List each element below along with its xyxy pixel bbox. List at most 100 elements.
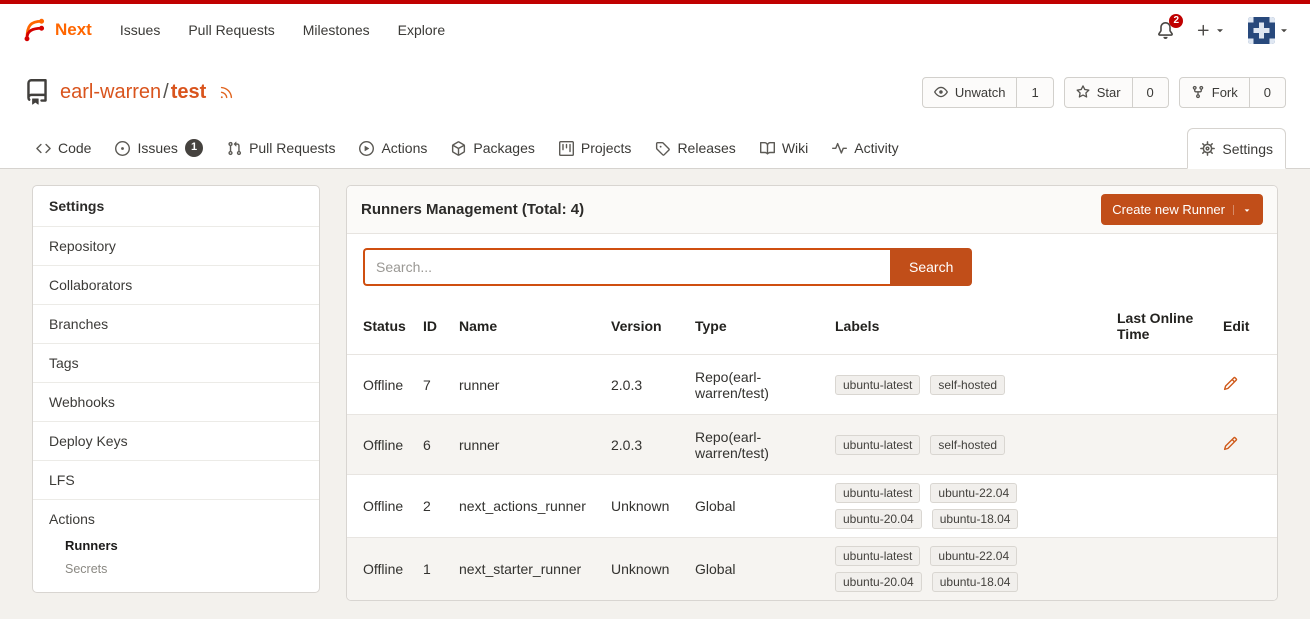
runner-label-badge: self-hosted: [930, 435, 1005, 455]
fork-count[interactable]: 0: [1249, 78, 1285, 107]
sidebar-item-webhooks[interactable]: Webhooks: [33, 382, 319, 421]
runner-label-badge: self-hosted: [930, 375, 1005, 395]
col-labels: Labels: [835, 298, 1117, 355]
repo-owner-link[interactable]: earl-warren: [60, 81, 161, 103]
create-runner-button[interactable]: Create new Runner: [1101, 194, 1263, 225]
runner-id: 2: [423, 475, 459, 538]
col-name: Name: [459, 298, 611, 355]
sidebar-item-actions[interactable]: Actions: [33, 499, 319, 533]
tab-wiki[interactable]: Wiki: [748, 128, 820, 168]
fork-button[interactable]: Fork: [1180, 78, 1249, 107]
repo-icon: [24, 79, 50, 105]
sidebar-header: Settings: [33, 186, 319, 226]
runner-status: Offline: [347, 538, 423, 601]
tab-packages[interactable]: Packages: [439, 128, 546, 168]
col-status: Status: [347, 298, 423, 355]
project-board-icon: [559, 141, 574, 156]
table-row: Offline 2 next_actions_runner Unknown Gl…: [347, 475, 1277, 538]
tab-pull-requests[interactable]: Pull Requests: [215, 128, 347, 168]
forgejo-logo-icon: [20, 16, 48, 44]
star-count[interactable]: 0: [1132, 78, 1168, 107]
navbar-right: 2: [1157, 17, 1290, 44]
play-circle-icon: [359, 141, 374, 156]
watch-button-group: Unwatch 1: [922, 77, 1054, 108]
panel-title: Runners Management (Total: 4): [361, 201, 584, 218]
tab-label: Projects: [581, 140, 632, 156]
runner-labels: ubuntu-latestself-hosted: [835, 375, 1050, 395]
col-type: Type: [695, 298, 835, 355]
tab-label: Releases: [677, 140, 735, 156]
avatar: [1248, 17, 1275, 44]
runner-label-badge: ubuntu-20.04: [835, 572, 922, 592]
edit-runner-button[interactable]: [1223, 436, 1238, 451]
nav-item-pull-requests[interactable]: Pull Requests: [174, 22, 288, 38]
rss-feed-icon[interactable]: [219, 85, 234, 100]
search-button[interactable]: Search: [890, 248, 972, 286]
nav-item-issues[interactable]: Issues: [106, 22, 174, 38]
sidebar-item-collaborators[interactable]: Collaborators: [33, 265, 319, 304]
nav-item-explore[interactable]: Explore: [384, 22, 459, 38]
runner-id: 6: [423, 415, 459, 475]
sidebar-item-lfs[interactable]: LFS: [33, 460, 319, 499]
sidebar-item-tags[interactable]: Tags: [33, 343, 319, 382]
runner-labels: ubuntu-latestself-hosted: [835, 435, 1050, 455]
sidebar-item-deploy-keys[interactable]: Deploy Keys: [33, 421, 319, 460]
tab-label: Wiki: [782, 140, 808, 156]
tab-label: Packages: [473, 140, 534, 156]
settings-sidebar: Settings Repository Collaborators Branch…: [32, 185, 320, 593]
home-link[interactable]: Next: [20, 16, 92, 44]
table-row: Offline 1 next_starter_runner Unknown Gl…: [347, 538, 1277, 601]
sidebar-subitem-secrets[interactable]: Secrets: [33, 557, 319, 580]
runners-panel-body: Search Status ID Name Version Type Label…: [347, 234, 1277, 600]
runner-label-badge: ubuntu-latest: [835, 546, 920, 566]
page-footer: [0, 619, 1310, 644]
gear-icon: [1200, 141, 1215, 156]
runner-type: Repo(earl-warren/test): [695, 355, 835, 415]
pulse-icon: [832, 141, 847, 156]
runner-type: Global: [695, 538, 835, 601]
tab-issues[interactable]: Issues 1: [103, 128, 215, 168]
create-new-button[interactable]: [1196, 23, 1226, 38]
sidebar-item-repository[interactable]: Repository: [33, 226, 319, 265]
tab-settings[interactable]: Settings: [1187, 128, 1286, 169]
tab-code[interactable]: Code: [24, 128, 103, 168]
brand-name: Next: [55, 20, 92, 40]
search-input[interactable]: [363, 248, 890, 286]
user-menu-button[interactable]: [1248, 17, 1290, 44]
runners-panel: Runners Management (Total: 4) Create new…: [346, 185, 1278, 601]
tab-label: Pull Requests: [249, 140, 335, 156]
nav-item-milestones[interactable]: Milestones: [289, 22, 384, 38]
issue-opened-icon: [115, 141, 130, 156]
runner-version: Unknown: [611, 538, 695, 601]
repo-name-link[interactable]: test: [171, 81, 207, 103]
chevron-down-icon: [1233, 205, 1252, 215]
col-id: ID: [423, 298, 459, 355]
navbar-links: Issues Pull Requests Milestones Explore: [106, 22, 459, 38]
tag-icon: [655, 141, 670, 156]
runner-labels: ubuntu-latestubuntu-22.04ubuntu-20.04ubu…: [835, 483, 1050, 529]
notification-count-badge: 2: [1169, 14, 1183, 28]
fork-icon: [1191, 85, 1205, 99]
runner-last-online: [1117, 538, 1223, 601]
tab-activity[interactable]: Activity: [820, 128, 910, 168]
star-button-group: Star 0: [1064, 77, 1169, 108]
sidebar-item-branches[interactable]: Branches: [33, 304, 319, 343]
runner-status: Offline: [347, 355, 423, 415]
table-header-row: Status ID Name Version Type Labels Last …: [347, 298, 1277, 355]
issues-count-badge: 1: [185, 139, 203, 156]
sidebar-subitem-runners[interactable]: Runners: [33, 533, 319, 557]
watch-count[interactable]: 1: [1016, 78, 1052, 107]
pull-request-icon: [227, 141, 242, 156]
star-button[interactable]: Star: [1065, 78, 1132, 107]
tab-releases[interactable]: Releases: [643, 128, 747, 168]
notifications-button[interactable]: 2: [1157, 22, 1174, 39]
unwatch-button[interactable]: Unwatch: [923, 78, 1017, 107]
runner-name: next_actions_runner: [459, 475, 611, 538]
book-icon: [760, 141, 775, 156]
tab-label: Settings: [1222, 141, 1273, 157]
tab-projects[interactable]: Projects: [547, 128, 644, 168]
tab-actions[interactable]: Actions: [347, 128, 439, 168]
edit-runner-button[interactable]: [1223, 376, 1238, 391]
col-edit: Edit: [1223, 298, 1277, 355]
tab-label: Activity: [854, 140, 898, 156]
